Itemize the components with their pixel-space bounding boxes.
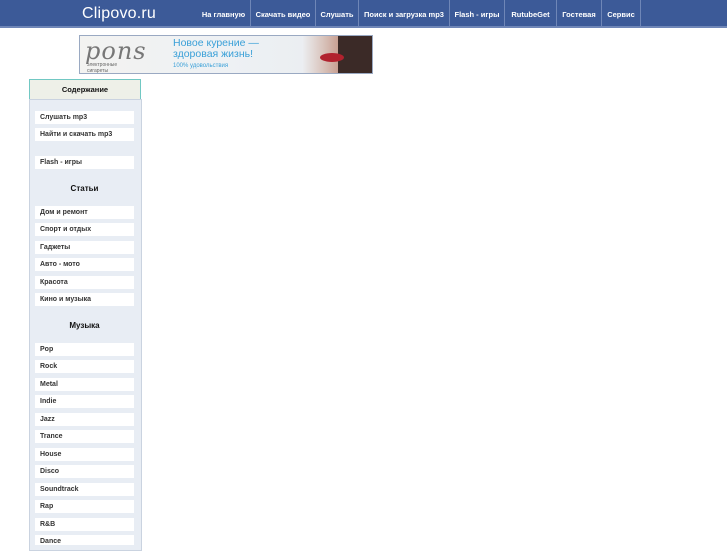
sidebar-item-gadgets[interactable]: Гаджеты — [35, 241, 134, 254]
site-logo[interactable]: Clipovo.ru — [82, 5, 156, 23]
sidebar-item-rock[interactable]: Rock — [35, 360, 134, 373]
ad-banner[interactable]: pons электронные сигареты Новое курение … — [79, 35, 373, 74]
sidebar-item-indie[interactable]: Indie — [35, 395, 134, 408]
banner-photo-lips — [320, 53, 344, 62]
banner-headline: Новое курение — здоровая жизнь! — [173, 38, 259, 60]
sidebar-item-house[interactable]: House — [35, 448, 134, 461]
sidebar-item-metal[interactable]: Metal — [35, 378, 134, 391]
sidebar-item-find-mp3[interactable]: Найти и скачать mp3 — [35, 128, 134, 141]
sidebar-articles-heading: Статьи — [70, 184, 99, 193]
sidebar-item-jazz[interactable]: Jazz — [35, 413, 134, 426]
banner-brand-logo: pons — [85, 37, 147, 65]
sidebar-item-home-repair[interactable]: Дом и ремонт — [35, 206, 134, 219]
nav-home[interactable]: На главную — [197, 0, 251, 28]
sidebar-item-flash-games[interactable]: Flash - игры — [35, 156, 134, 169]
nav-search-mp3[interactable]: Поиск и загрузка mp3 — [359, 0, 450, 28]
sidebar-item-listen-mp3[interactable]: Слушать mp3 — [35, 111, 134, 124]
banner-brand-subtitle: электронные сигареты — [87, 62, 118, 74]
top-navigation-bar: Clipovo.ru На главную Скачать видео Слуш… — [0, 0, 727, 28]
nav-download-video[interactable]: Скачать видео — [251, 0, 316, 28]
banner-tagline: 100% удовольствия — [173, 63, 229, 69]
sidebar-item-sport[interactable]: Спорт и отдых — [35, 223, 134, 236]
sidebar-contents-header: Содержание — [29, 79, 141, 100]
sidebar-item-rnb[interactable]: R&B — [35, 518, 134, 531]
banner-headline-line-2: здоровая жизнь! — [173, 48, 254, 60]
banner-photo-hair — [338, 36, 372, 73]
nav-underline — [0, 26, 727, 28]
nav-listen[interactable]: Слушать — [316, 0, 359, 28]
nav-guestbook[interactable]: Гостевая — [557, 0, 602, 28]
sidebar-item-dance[interactable]: Dance — [35, 535, 134, 545]
sidebar-item-beauty[interactable]: Красота — [35, 276, 134, 289]
sidebar-item-trance[interactable]: Trance — [35, 430, 134, 443]
sidebar-item-soundtrack[interactable]: Soundtrack — [35, 483, 134, 496]
nav-service[interactable]: Сервис — [602, 0, 641, 28]
nav-rutubeget[interactable]: RutubeGet — [505, 0, 557, 28]
sidebar-music-heading: Музыка — [69, 321, 100, 330]
sidebar-item-pop[interactable]: Pop — [35, 343, 134, 356]
sidebar-item-auto-moto[interactable]: Авто - мото — [35, 258, 134, 271]
sidebar-item-cinema-music[interactable]: Кино и музыка — [35, 293, 134, 306]
nav-flash-games[interactable]: Flash - игры — [450, 0, 505, 28]
sidebar-item-rap[interactable]: Rap — [35, 500, 134, 513]
sidebar-item-disco[interactable]: Disco — [35, 465, 134, 478]
